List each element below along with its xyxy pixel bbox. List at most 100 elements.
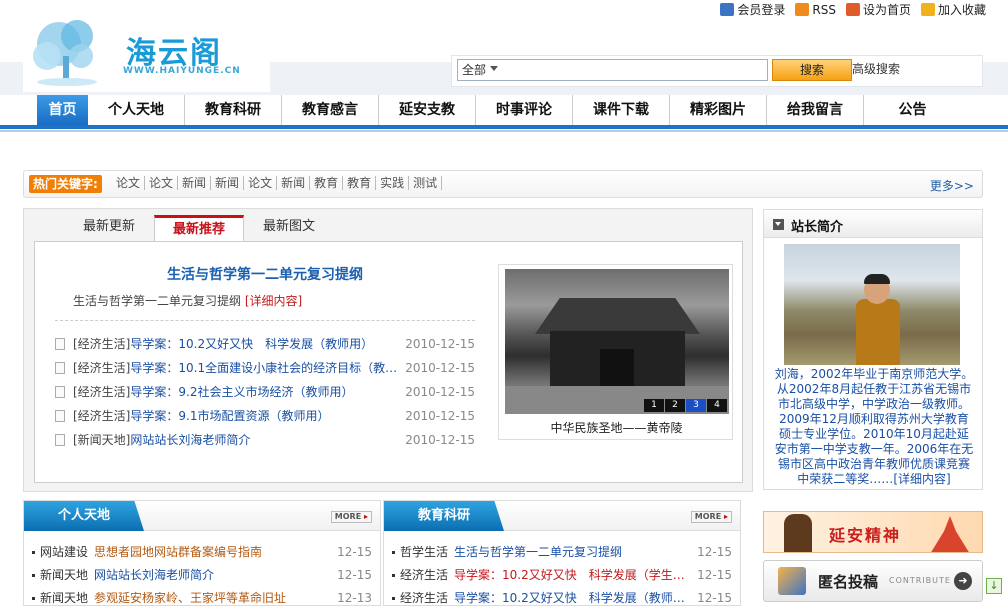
featured-more-link[interactable]: [详细内容] bbox=[245, 294, 302, 308]
chevron-down-icon bbox=[490, 66, 499, 75]
list-item[interactable]: [经济生活] 导学案：9.2社会主义市场经济（教师用） 2010-12-15 bbox=[55, 380, 475, 404]
main-nav: 首页 个人天地 教育科研 教育感言 延安支教 时事评论 课件下载 精彩图片 给我… bbox=[0, 95, 1008, 127]
top-links: 会员登录 RSS 设为首页 加入收藏 bbox=[720, 2, 986, 18]
photo-icon bbox=[778, 567, 806, 595]
column-list: 哲学生活 生活与哲学第一二单元复习提纲 12-15 经济生活 导学案：10.2又好又快… bbox=[392, 541, 732, 605]
list-item[interactable]: 经济生活 导学案：10.2又好又快 科学发展（教师用） 12-15 bbox=[392, 587, 732, 605]
hot-keyword[interactable]: 测试 bbox=[409, 176, 443, 190]
column-title[interactable]: 个人天地 bbox=[24, 501, 144, 531]
set-homepage-link[interactable]: 设为首页 bbox=[845, 2, 911, 18]
list-item[interactable]: [经济生活] 导学案：10.1全面建设小康社会的经济目标（教师用） 2010-12-… bbox=[55, 356, 475, 380]
document-icon bbox=[55, 338, 65, 350]
list-item[interactable]: 新闻天地 网站站长刘海老师简介 12-15 bbox=[32, 564, 372, 587]
figure-icon bbox=[784, 514, 812, 552]
slideshow-pager: 1 2 3 4 bbox=[644, 399, 727, 412]
latest-tabs: 最新更新 最新推荐 最新图文 bbox=[64, 215, 334, 243]
slide-page-button[interactable]: 2 bbox=[665, 399, 685, 412]
hot-keyword[interactable]: 教育 bbox=[310, 176, 344, 190]
nav-item-research[interactable]: 教育科研 bbox=[185, 95, 282, 125]
rss-icon bbox=[795, 3, 810, 16]
nav-item-yanan[interactable]: 延安支教 bbox=[379, 95, 476, 125]
intro-more-link[interactable]: [详细内容] bbox=[893, 472, 950, 486]
nav-item-personal[interactable]: 个人天地 bbox=[88, 95, 185, 125]
document-icon bbox=[55, 410, 65, 422]
pagoda-icon bbox=[930, 516, 970, 552]
nav-divider bbox=[0, 125, 1008, 129]
intro-title: 站长简介 bbox=[791, 220, 844, 235]
hot-keyword[interactable]: 教育 bbox=[343, 176, 377, 190]
nav-item-commentary[interactable]: 时事评论 bbox=[476, 95, 573, 125]
research-column: 教育科研 MORE ▸ 哲学生活 生活与哲学第一二单元复习提纲 12-15 经济生活… bbox=[383, 500, 741, 606]
list-item[interactable]: 网站建设 思想者园地网站群备案编号指南 12-15 bbox=[32, 541, 372, 564]
slide-page-button[interactable]: 4 bbox=[707, 399, 727, 412]
nav-item-downloads[interactable]: 课件下载 bbox=[573, 95, 670, 125]
column-header: 教育科研 MORE ▸ bbox=[384, 501, 740, 531]
site-logo[interactable]: 海云阁 WWW.HAIYUNGE.CN bbox=[23, 12, 270, 92]
star-icon bbox=[920, 3, 935, 16]
featured-headline[interactable]: 生活与哲学第一二单元复习提纲 bbox=[35, 264, 495, 284]
latest-panel: 最新更新 最新推荐 最新图文 生活与哲学第一二单元复习提纲 生活与哲学第一二单元… bbox=[23, 208, 753, 492]
nav-divider-light bbox=[0, 130, 1008, 132]
slide-page-button[interactable]: 1 bbox=[644, 399, 664, 412]
featured-summary: 生活与哲学第一二单元复习提纲 [详细内容] bbox=[73, 294, 303, 308]
collapse-icon[interactable] bbox=[773, 219, 784, 230]
intro-text: 刘海，2002年毕业于南京师范大学。从2002年8月起任教于江苏省无锡市市北高级… bbox=[774, 367, 974, 486]
search-bar: 全部 搜索 高级搜索 bbox=[451, 55, 983, 87]
search-category-select[interactable]: 全部 bbox=[457, 59, 768, 81]
document-icon bbox=[55, 386, 65, 398]
tab-latest-updates[interactable]: 最新更新 bbox=[64, 215, 154, 241]
recommended-list: [经济生活] 导学案：10.2又好又快 科学发展（教师用） 2010-12-15 [… bbox=[55, 332, 475, 452]
divider bbox=[55, 320, 475, 321]
nav-item-thoughts[interactable]: 教育感言 bbox=[282, 95, 379, 125]
banner-title: 延安精神 bbox=[829, 526, 902, 545]
list-item[interactable]: 经济生活 导学案：10.2又好又快 科学发展（学生用） 12-15 bbox=[392, 564, 732, 587]
photo-slideshow: 1 2 3 4 中华民族圣地——黄帝陵 bbox=[498, 264, 733, 440]
hot-keyword[interactable]: 论文 bbox=[244, 176, 278, 190]
column-title[interactable]: 教育科研 bbox=[384, 501, 504, 531]
member-login-link[interactable]: 会员登录 bbox=[720, 2, 785, 18]
nav-item-notice[interactable]: 公告 bbox=[864, 95, 961, 125]
tab-latest-photos[interactable]: 最新图文 bbox=[244, 215, 334, 241]
document-icon bbox=[55, 434, 65, 446]
hot-keyword[interactable]: 论文 bbox=[145, 176, 179, 190]
webmaster-photo bbox=[784, 244, 960, 365]
list-item[interactable]: [经济生活] 导学案：10.2又好又快 科学发展（教师用） 2010-12-15 bbox=[55, 332, 475, 356]
anonymous-submit-banner[interactable]: 匿名投稿 CONTRIBUTE ➜ bbox=[763, 560, 983, 602]
hot-keywords-bar: 热门关键字: 论文 论文 新闻 新闻 论文 新闻 教育 教育 实践 测试 更多>… bbox=[23, 170, 983, 198]
column-more-button[interactable]: MORE ▸ bbox=[330, 511, 372, 523]
list-item[interactable]: [经济生活] 导学案：9.1市场配置资源（教师用） 2010-12-15 bbox=[55, 404, 475, 428]
arrow-right-icon: ➜ bbox=[954, 572, 972, 590]
hot-keyword[interactable]: 实践 bbox=[376, 176, 410, 190]
column-list: 网站建设 思想者园地网站群备案编号指南 12-15 新闻天地 网站站长刘海老师简介 12… bbox=[32, 541, 372, 605]
search-button[interactable]: 搜索 bbox=[772, 59, 852, 81]
add-favorite-link[interactable]: 加入收藏 bbox=[920, 2, 986, 18]
yanan-spirit-banner[interactable]: 延安精神 bbox=[763, 511, 983, 553]
tab-content: 生活与哲学第一二单元复习提纲 生活与哲学第一二单元复习提纲 [详细内容] [经济… bbox=[34, 241, 743, 483]
list-item[interactable]: [新闻天地] 网站站长刘海老师简介 2010-12-15 bbox=[55, 428, 475, 452]
nav-item-home[interactable]: 首页 bbox=[37, 95, 88, 125]
hot-keywords-label: 热门关键字: bbox=[29, 175, 102, 193]
list-item[interactable]: 新闻天地 参观延安杨家岭、王家坪等革命旧址 12-13 bbox=[32, 587, 372, 605]
list-item[interactable]: 哲学生活 生活与哲学第一二单元复习提纲 12-15 bbox=[392, 541, 732, 564]
nav-item-pictures[interactable]: 精彩图片 bbox=[670, 95, 767, 125]
arrow-down-icon[interactable]: ↓ bbox=[986, 578, 1002, 594]
hot-keyword[interactable]: 论文 bbox=[112, 176, 146, 190]
banner-subtitle: CONTRIBUTE bbox=[889, 576, 951, 585]
advanced-search-link[interactable]: 高级搜索 bbox=[852, 60, 900, 77]
hot-keyword[interactable]: 新闻 bbox=[211, 176, 245, 190]
nav-item-guestbook[interactable]: 给我留言 bbox=[767, 95, 864, 125]
intro-header: 站长简介 bbox=[764, 210, 982, 238]
slide-page-button-active[interactable]: 3 bbox=[686, 399, 706, 412]
hot-keywords-more-link[interactable]: 更多>> bbox=[930, 177, 974, 194]
slideshow-caption[interactable]: 中华民族圣地——黄帝陵 bbox=[499, 419, 734, 436]
rss-link[interactable]: RSS bbox=[795, 2, 836, 18]
column-more-button[interactable]: MORE ▸ bbox=[690, 511, 732, 523]
hot-keyword[interactable]: 新闻 bbox=[178, 176, 212, 190]
banner-title: 匿名投稿 bbox=[818, 573, 879, 591]
user-icon bbox=[720, 3, 735, 16]
webmaster-intro: 站长简介 刘海，2002年毕业于南京师范大学。从2002年8月起任教于江苏省无锡… bbox=[763, 209, 983, 490]
slideshow-image[interactable]: 1 2 3 4 bbox=[505, 269, 729, 414]
column-header: 个人天地 MORE ▸ bbox=[24, 501, 380, 531]
tab-latest-recommended[interactable]: 最新推荐 bbox=[154, 215, 244, 243]
hot-keyword[interactable]: 新闻 bbox=[277, 176, 311, 190]
